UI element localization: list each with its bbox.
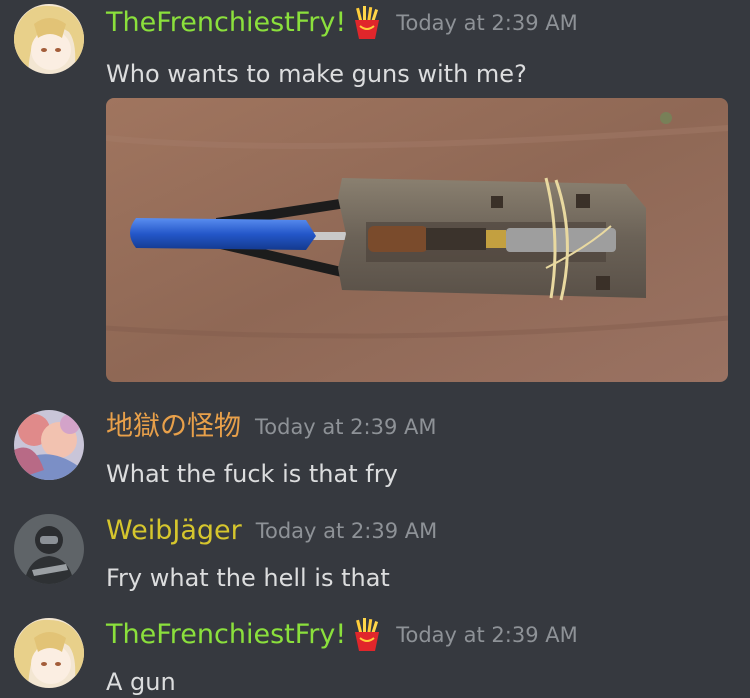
author-name[interactable]: TheFrenchiestFry!: [106, 618, 346, 652]
message-header: TheFrenchiestFry! Today at 2:39 AM: [106, 6, 578, 40]
message-header: TheFrenchiestFry! Today at 2:39 AM: [106, 618, 578, 652]
homemade-gun-photo: [106, 98, 728, 382]
message-text: Fry what the hell is that: [106, 564, 390, 592]
user-avatar[interactable]: [14, 514, 84, 584]
user-avatar[interactable]: [14, 410, 84, 480]
message-2: 地獄の怪物 Today at 2:39 AM What the fuck is …: [0, 404, 750, 504]
user-avatar[interactable]: [14, 618, 84, 688]
author-name[interactable]: 地獄の怪物: [106, 410, 241, 444]
message-text: Who wants to make guns with me?: [106, 60, 527, 88]
timestamp: Today at 2:39 AM: [255, 415, 437, 439]
author-name[interactable]: TheFrenchiestFry!: [106, 6, 346, 40]
message-4: TheFrenchiestFry! Today at 2:39 AM A gun: [0, 612, 750, 696]
message-header: WeibJäger Today at 2:39 AM: [106, 514, 437, 548]
fries-icon: [352, 6, 382, 40]
timestamp: Today at 2:39 AM: [255, 519, 438, 543]
timestamp: Today at 2:39 AM: [396, 11, 578, 35]
user-avatar[interactable]: [14, 4, 84, 74]
message-text: What the fuck is that fry: [106, 460, 398, 488]
message-3: WeibJäger Today at 2:39 AM Fry what the …: [0, 508, 750, 608]
message-text: A gun: [106, 668, 176, 696]
fries-icon: [352, 618, 382, 652]
message-1: TheFrenchiestFry! Today at 2:39 AM Who w…: [0, 0, 750, 392]
author-name[interactable]: WeibJäger: [106, 514, 242, 548]
message-header: 地獄の怪物 Today at 2:39 AM: [106, 410, 437, 444]
timestamp: Today at 2:39 AM: [396, 623, 578, 647]
image-attachment[interactable]: [106, 98, 728, 382]
